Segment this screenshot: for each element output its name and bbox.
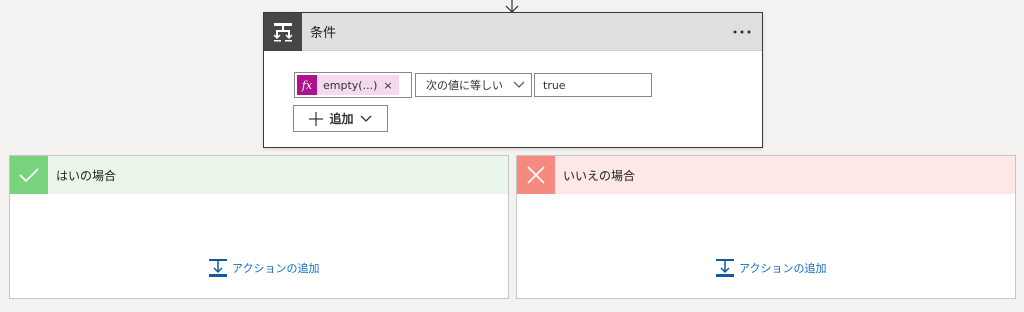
no-branch-header[interactable]: いいえの場合 bbox=[517, 156, 1015, 194]
checkmark-icon bbox=[10, 156, 48, 194]
condition-expression-row: fx empty(...) × 次の値に等しい true bbox=[294, 72, 652, 98]
right-operand-input[interactable]: true bbox=[534, 73, 652, 97]
yes-add-action-label: アクションの追加 bbox=[232, 262, 320, 275]
no-add-action-link[interactable]: アクションの追加 bbox=[715, 258, 826, 278]
chevron-down-icon bbox=[360, 115, 371, 122]
expression-token-label: empty(...) bbox=[323, 78, 378, 92]
expression-token[interactable]: fx empty(...) × bbox=[297, 75, 399, 95]
add-action-icon bbox=[209, 259, 227, 277]
chevron-down-icon bbox=[513, 81, 525, 88]
condition-card[interactable]: 条件 fx empty(...) × 次の値に等しい true 追加 bbox=[263, 12, 763, 148]
operator-select-value: 次の値に等しい bbox=[426, 79, 503, 92]
condition-icon bbox=[264, 12, 302, 51]
function-fx-icon: fx bbox=[297, 75, 317, 95]
right-operand-value: true bbox=[543, 78, 566, 92]
close-x-icon bbox=[517, 156, 555, 194]
yes-branch-header[interactable]: はいの場合 bbox=[10, 156, 508, 194]
add-condition-button[interactable]: 追加 bbox=[293, 105, 388, 132]
no-add-action-label: アクションの追加 bbox=[739, 262, 827, 275]
yes-branch-title: はいの場合 bbox=[56, 168, 117, 183]
add-condition-label: 追加 bbox=[329, 112, 354, 126]
yes-add-action-link[interactable]: アクションの追加 bbox=[208, 258, 319, 278]
no-branch-title: いいえの場合 bbox=[563, 168, 636, 183]
condition-title: 条件 bbox=[310, 26, 337, 41]
more-horizontal-icon bbox=[733, 30, 751, 33]
yes-branch-card[interactable]: はいの場合 アクションの追加 bbox=[9, 155, 509, 299]
plus-icon bbox=[309, 111, 324, 126]
add-action-icon bbox=[716, 259, 734, 277]
operator-select[interactable]: 次の値に等しい bbox=[415, 73, 532, 97]
condition-header[interactable]: 条件 bbox=[264, 12, 762, 51]
no-branch-card[interactable]: いいえの場合 アクションの追加 bbox=[516, 155, 1016, 299]
remove-token-button[interactable]: × bbox=[381, 79, 398, 92]
more-options-button[interactable] bbox=[722, 13, 762, 51]
left-operand-field[interactable]: fx empty(...) × bbox=[294, 72, 412, 98]
